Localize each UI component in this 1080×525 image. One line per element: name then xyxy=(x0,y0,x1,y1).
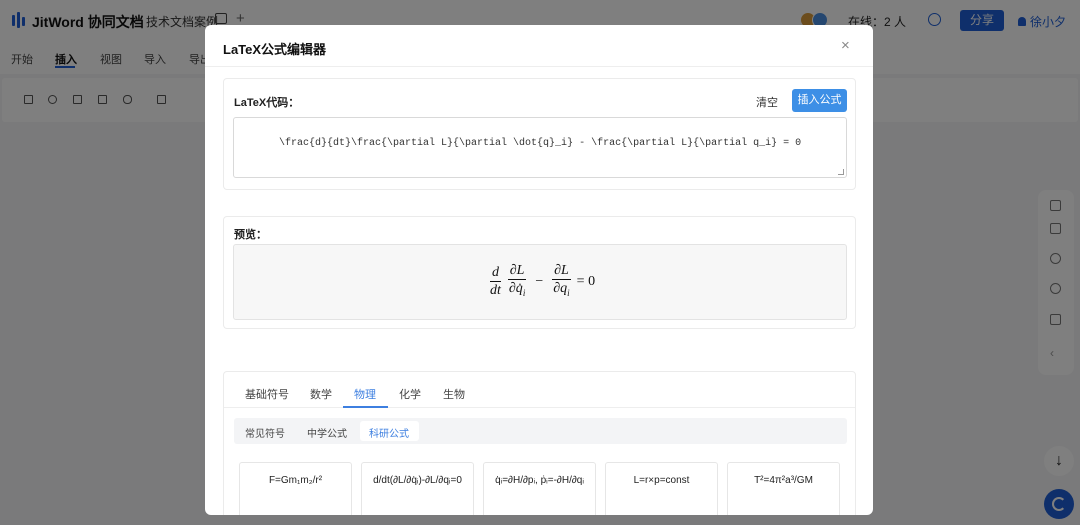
formula-preview: d dt ∂L ∂q̇i − ∂L ∂qi = 0 xyxy=(233,244,847,320)
subtab-research-formulas[interactable]: 科研公式 xyxy=(369,425,409,440)
fraction-dl-dq: ∂L ∂qi xyxy=(552,263,571,298)
formula-card[interactable]: L=r×p=const xyxy=(605,462,718,515)
latex-code-input[interactable]: \frac{d}{dt}\frac{\partial L}{\partial \… xyxy=(233,117,847,178)
formula-card[interactable]: T²=4π²a³/GM xyxy=(727,462,840,515)
tab-biology[interactable]: 生物 xyxy=(443,386,465,402)
preview-label: 预览： xyxy=(234,229,267,241)
equals-zero: = 0 xyxy=(576,273,596,289)
close-icon[interactable]: × xyxy=(841,37,850,54)
tab-math[interactable]: 数学 xyxy=(310,386,332,402)
rendered-formula: d dt ∂L ∂q̇i − ∂L ∂qi = 0 xyxy=(486,263,601,301)
code-label: LaTeX代码： xyxy=(234,97,300,109)
symbol-panel: 基础符号 数学 物理 化学 生物 常见符号 中学公式 科研公式 F=Gm₁m₂/… xyxy=(223,371,856,515)
tab-chemistry[interactable]: 化学 xyxy=(399,386,421,402)
formula-card[interactable]: d/dt(∂L/∂q̇ᵢ)-∂L/∂qᵢ=0 xyxy=(361,462,474,515)
code-panel: LaTeX代码： 清空 插入公式 \frac{d}{dt}\frac{\part… xyxy=(223,78,856,190)
formula-card[interactable]: q̇ᵢ=∂H/∂pᵢ, ṗᵢ=-∂H/∂qᵢ xyxy=(483,462,596,515)
formula-card[interactable]: F=Gm₁m₂/r² xyxy=(239,462,352,515)
insert-formula-button[interactable]: 插入公式 xyxy=(792,89,847,112)
modal-title: LaTeX公式编辑器 xyxy=(223,42,327,57)
latex-code-value: \frac{d}{dt}\frac{\partial L}{\partial \… xyxy=(279,138,802,149)
tab-active-indicator xyxy=(343,406,388,408)
minus-sign: − xyxy=(535,273,544,289)
subtab-common-symbols[interactable]: 常见符号 xyxy=(245,425,285,440)
modal-header: LaTeX公式编辑器 × xyxy=(205,25,873,67)
resize-handle[interactable] xyxy=(838,169,844,175)
subcategory-tabs: 常见符号 中学公式 科研公式 xyxy=(234,418,847,444)
fraction-dl-dqdot: ∂L ∂q̇i xyxy=(507,263,527,298)
clear-button[interactable]: 清空 xyxy=(756,94,778,110)
subtab-highschool-formulas[interactable]: 中学公式 xyxy=(307,425,347,440)
tab-basic-symbols[interactable]: 基础符号 xyxy=(245,386,289,402)
latex-editor-modal: LaTeX公式编辑器 × LaTeX代码： 清空 插入公式 \frac{d}{d… xyxy=(205,25,873,515)
fraction-d-dt: d dt xyxy=(489,265,501,299)
preview-panel: 预览： d dt ∂L ∂q̇i − ∂L ∂qi = 0 xyxy=(223,216,856,329)
category-tabs: 基础符号 数学 物理 化学 生物 xyxy=(224,378,855,408)
tab-physics[interactable]: 物理 xyxy=(354,386,376,402)
